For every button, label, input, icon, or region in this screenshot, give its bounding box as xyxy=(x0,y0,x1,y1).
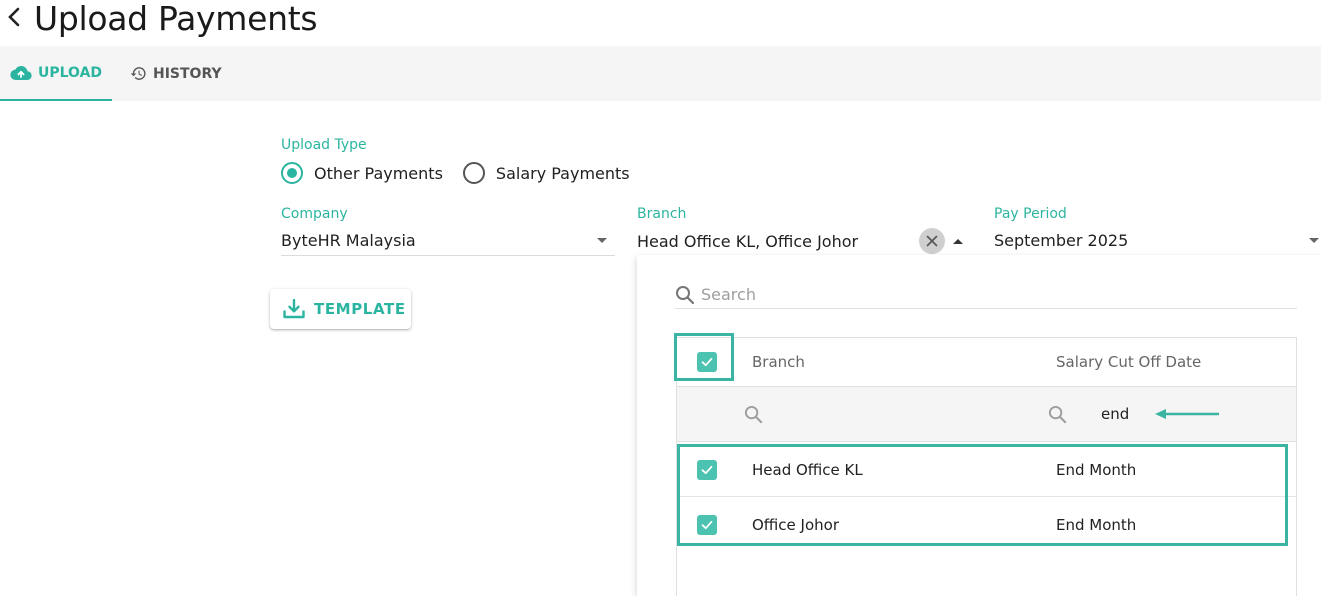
history-icon xyxy=(130,67,146,80)
download-icon xyxy=(283,299,305,319)
chevron-left-icon[interactable] xyxy=(4,4,24,32)
company-select[interactable]: ByteHR Malaysia xyxy=(281,226,615,256)
select-all-highlight-box xyxy=(674,333,734,381)
rows-highlight-box xyxy=(677,444,1288,546)
radio-checked-icon xyxy=(281,162,303,184)
page-title: Upload Payments xyxy=(34,0,318,38)
template-button[interactable]: TEMPLATE xyxy=(270,289,411,329)
page-header: Upload Payments xyxy=(0,0,1321,46)
clear-icon[interactable] xyxy=(919,228,945,254)
company-value: ByteHR Malaysia xyxy=(281,231,416,250)
tab-upload-label: UPLOAD xyxy=(38,64,103,81)
pay-period-select[interactable]: September 2025 xyxy=(994,226,1321,256)
pay-period-label: Pay Period xyxy=(994,206,1067,222)
column-header-salary-cut-off-date[interactable]: Salary Cut Off Date xyxy=(1056,338,1201,386)
arrow-left-icon xyxy=(1155,409,1219,419)
radio-salary-payments-label: Salary Payments xyxy=(495,163,630,183)
upload-type-label: Upload Type xyxy=(281,137,367,153)
grid-header: Branch Salary Cut Off Date xyxy=(677,338,1296,387)
pay-period-value: September 2025 xyxy=(994,231,1129,250)
radio-other-payments-label: Other Payments xyxy=(314,163,443,183)
search-icon xyxy=(744,405,763,423)
branch-value: Head Office KL, Office Johor xyxy=(637,231,859,251)
tab-history[interactable]: HISTORY xyxy=(112,46,230,101)
radio-unchecked-icon xyxy=(462,162,485,184)
upload-type-radio-group: Other Payments Salary Payments xyxy=(281,160,650,186)
search-input[interactable] xyxy=(701,285,1261,304)
cloud-upload-icon xyxy=(10,65,32,80)
search-icon xyxy=(676,285,695,304)
tab-history-label: HISTORY xyxy=(153,65,222,82)
search-icon xyxy=(1048,405,1067,423)
tab-bar: UPLOAD HISTORY xyxy=(0,46,1321,101)
template-button-label: TEMPLATE xyxy=(314,300,406,318)
salary-cut-off-filter-input[interactable]: end xyxy=(1101,387,1129,441)
radio-salary-payments[interactable]: Salary Payments xyxy=(462,162,630,184)
column-header-branch[interactable]: Branch xyxy=(752,338,805,386)
dropdown-search xyxy=(675,281,1297,309)
caret-down-icon xyxy=(1309,238,1319,243)
company-label: Company xyxy=(281,206,348,222)
grid-filter-row: end xyxy=(677,387,1296,442)
caret-up-icon xyxy=(953,238,963,244)
branch-select[interactable]: Head Office KL, Office Johor xyxy=(637,226,970,256)
branch-label: Branch xyxy=(637,206,687,222)
radio-other-payments[interactable]: Other Payments xyxy=(281,162,443,184)
caret-down-icon xyxy=(597,238,607,243)
tab-upload[interactable]: UPLOAD xyxy=(0,46,112,101)
